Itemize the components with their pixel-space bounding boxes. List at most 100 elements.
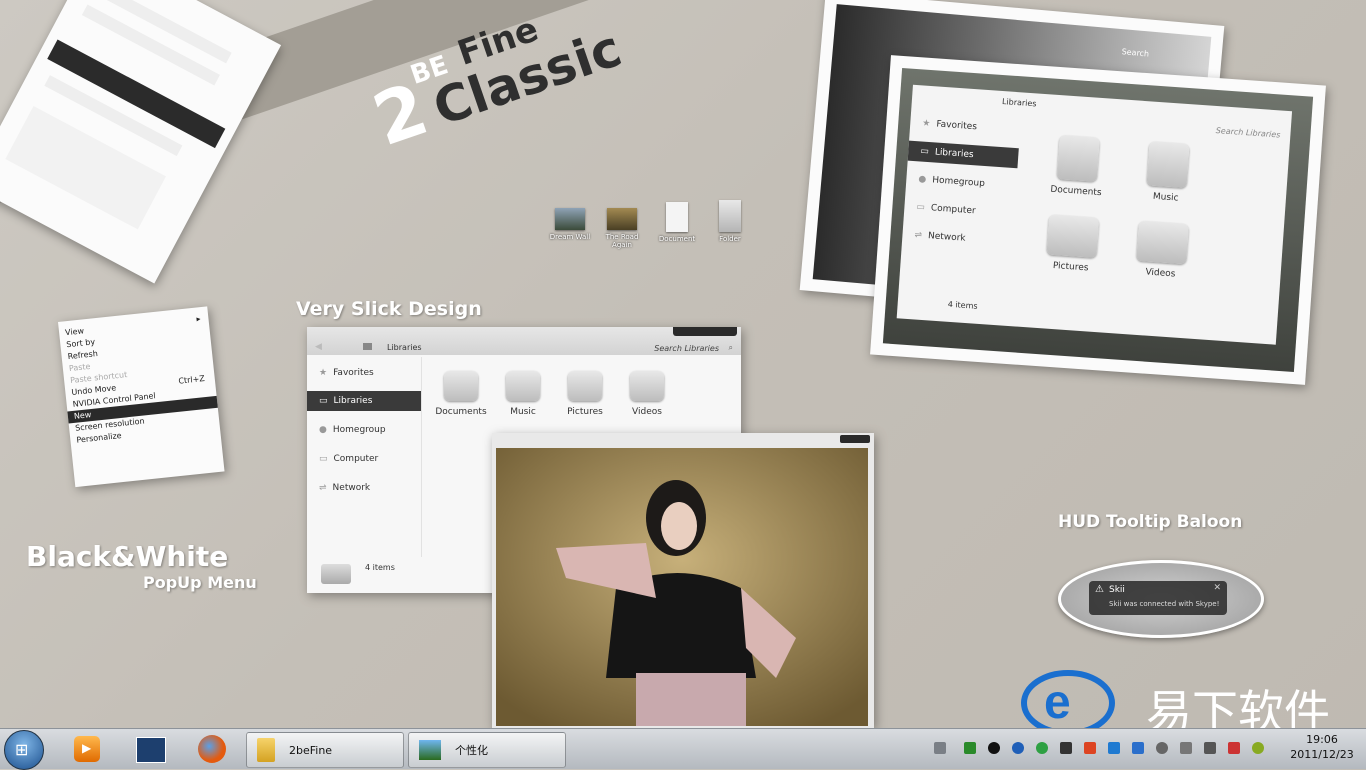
- update-icon[interactable]: [1036, 742, 1048, 754]
- photo-viewer-window[interactable]: [492, 433, 874, 728]
- heading-hud: HUD Tooltip Baloon: [1058, 512, 1243, 532]
- explorer-titlebar[interactable]: ◀ Libraries Search Libraries ⌕: [307, 327, 741, 355]
- sidebar-item-network[interactable]: ⇌ Network: [307, 478, 421, 498]
- computer-icon: ▭: [319, 454, 328, 464]
- signal-icon[interactable]: [964, 742, 976, 754]
- music-icon: [506, 371, 540, 401]
- sidebar-item-libraries[interactable]: ▭ Libraries: [307, 391, 421, 411]
- folder-icon: ▭: [920, 146, 930, 158]
- desktop-icon-document[interactable]: Document: [652, 202, 702, 243]
- status-text: 4 items: [365, 563, 395, 572]
- wifi-bars-icon[interactable]: [1180, 742, 1192, 754]
- videos-icon: [630, 371, 664, 401]
- clock-date: 2011/12/23: [1290, 748, 1354, 761]
- play-icon: ▶: [82, 741, 92, 755]
- qq-icon[interactable]: [988, 742, 1000, 754]
- personalize-icon: [419, 740, 441, 760]
- folder-icon: ▭: [319, 396, 328, 406]
- desktop-icon-folder[interactable]: Folder: [705, 200, 755, 243]
- battery-icon[interactable]: [1084, 742, 1096, 754]
- network-icon: ⇌: [319, 483, 327, 493]
- keyboard-icon[interactable]: [934, 742, 946, 754]
- tile-music[interactable]: Music: [493, 371, 553, 417]
- explorer-sidebar: ★ Favorites ▭ Libraries ● Homegroup ▭ Co…: [307, 363, 421, 553]
- taskbar-button-personalize[interactable]: 个性化: [408, 732, 566, 768]
- folder-icon: [719, 200, 741, 232]
- tile-pictures[interactable]: Pictures: [555, 371, 615, 417]
- search-input[interactable]: Search Libraries: [654, 344, 719, 353]
- network-icon: ⇌: [914, 230, 923, 241]
- computer-icon: ▭: [916, 202, 926, 213]
- tile-documents[interactable]: Documents: [431, 371, 491, 417]
- desktop-icon-dream-wall[interactable]: Dream Wall: [545, 208, 595, 241]
- balloon-message: Skii was connected with Skype!: [1109, 600, 1220, 608]
- homegroup-icon: ●: [319, 425, 327, 435]
- pinned-media-player[interactable]: ▶: [74, 736, 100, 762]
- app-tray-icon[interactable]: [1252, 742, 1264, 754]
- pinned-firefox[interactable]: [198, 735, 226, 763]
- pinned-display-app[interactable]: [136, 737, 166, 763]
- explorer-window-right[interactable]: Libraries Search Libraries ★ Favorites ▭ L…: [870, 55, 1326, 385]
- documents-icon: [1056, 135, 1100, 182]
- submenu-arrow-icon: ▸: [195, 314, 201, 324]
- clock[interactable]: 19:06 2011/12/23: [1284, 733, 1360, 761]
- documents-icon: [444, 371, 478, 401]
- heading-popup-menu: PopUp Menu: [143, 573, 257, 592]
- balloon-title: Skii: [1109, 585, 1125, 595]
- network-tray-icon[interactable]: [1108, 742, 1120, 754]
- search-input[interactable]: Search Libraries: [1215, 126, 1280, 139]
- preview-panel-topleft: [0, 0, 282, 284]
- breadcrumb[interactable]: Libraries: [387, 343, 422, 352]
- window-controls[interactable]: [673, 327, 737, 336]
- start-button[interactable]: ⊞: [4, 730, 44, 770]
- taskbar-button-2befine[interactable]: 2beFine: [246, 732, 404, 768]
- windows-logo-icon: ⊞: [15, 740, 29, 759]
- photo-image: [496, 448, 868, 726]
- volume-icon[interactable]: [1204, 742, 1216, 754]
- folder-icon: [257, 738, 275, 762]
- status-folder-icon: [321, 564, 351, 584]
- tile-pictures[interactable]: Pictures: [1040, 214, 1104, 274]
- flag-icon[interactable]: [1228, 742, 1240, 754]
- window-controls[interactable]: [840, 435, 870, 443]
- photo-viewer-titlebar[interactable]: [492, 433, 874, 447]
- explorer-divider: [421, 357, 422, 557]
- music-icon: [1146, 141, 1190, 189]
- context-menu[interactable]: View ▸ Sort by Refresh Paste Paste shortc…: [58, 306, 225, 488]
- sidebar-item-computer[interactable]: ▭ Computer: [307, 449, 421, 469]
- taskbar: ⊞ ▶ 2beFine 个性化 19:06 2011/12/23: [0, 728, 1366, 770]
- document-icon: [666, 202, 688, 232]
- landscape-thumbnail-icon: [555, 208, 585, 230]
- tile-videos[interactable]: Videos: [617, 371, 677, 417]
- warning-icon: ⚠: [1095, 584, 1104, 595]
- heading-slick: Very Slick Design: [296, 298, 482, 320]
- breadcrumb[interactable]: Libraries: [1002, 97, 1037, 108]
- pictures-icon: [1046, 214, 1100, 258]
- tile-music[interactable]: Music: [1135, 141, 1199, 205]
- hud-balloon[interactable]: ⚠ Skii ✕ Skii was connected with Skype!: [1058, 560, 1264, 638]
- folder-small-icon: [363, 343, 372, 350]
- antenna-icon[interactable]: [1060, 742, 1072, 754]
- clock-time: 19:06: [1306, 733, 1338, 746]
- heading-black-white: Black&White: [26, 540, 229, 573]
- security-icon[interactable]: [1012, 742, 1024, 754]
- sidebar-item-favorites[interactable]: ★ Favorites: [307, 363, 421, 383]
- road-thumbnail-icon: [607, 208, 637, 230]
- info-icon[interactable]: [1132, 742, 1144, 754]
- back-arrow-icon[interactable]: ◀: [315, 342, 322, 352]
- star-icon: ★: [921, 118, 931, 130]
- close-icon[interactable]: ✕: [1213, 583, 1221, 593]
- pictures-icon: [568, 371, 602, 401]
- videos-icon: [1136, 220, 1189, 265]
- tile-videos[interactable]: Videos: [1130, 220, 1194, 281]
- library-tiles: Documents Music Pictures Videos: [431, 371, 677, 417]
- star-icon: ★: [319, 368, 328, 378]
- sidebar-item-homegroup[interactable]: ● Homegroup: [307, 420, 421, 440]
- gear-icon[interactable]: [1156, 742, 1168, 754]
- svg-text:e: e: [1044, 676, 1071, 729]
- status-text: 4 items: [947, 299, 978, 311]
- tile-documents[interactable]: Documents: [1046, 134, 1110, 198]
- desktop-icon-road-again[interactable]: The Road Again: [597, 208, 647, 249]
- homegroup-icon: ●: [918, 174, 927, 185]
- search-icon: ⌕: [728, 343, 733, 352]
